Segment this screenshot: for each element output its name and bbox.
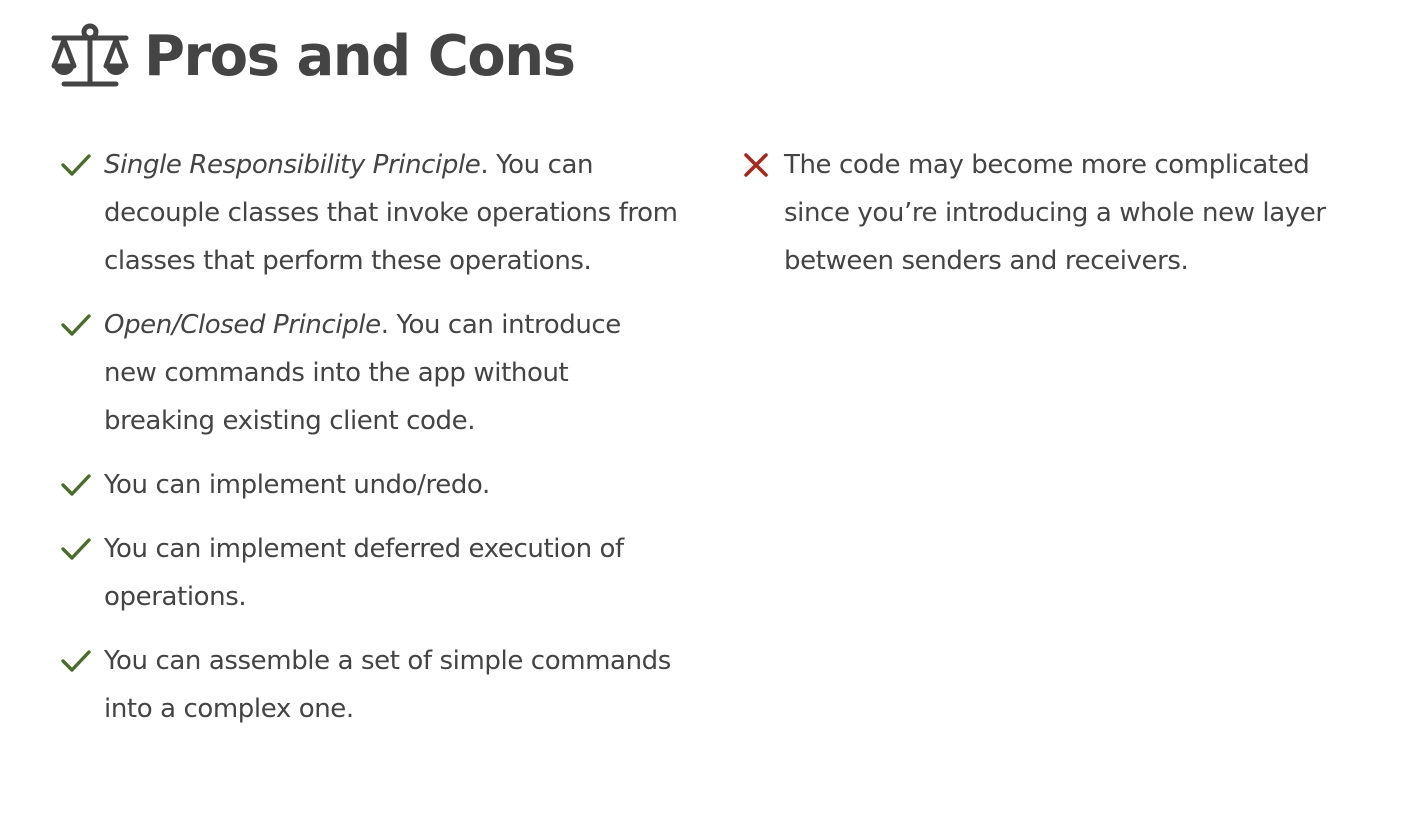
con-text: The code may become more complicated sin… <box>784 150 1326 276</box>
cons-list: The code may become more complicated sin… <box>740 141 1380 301</box>
pro-item: Single Responsibility Principle. You can… <box>60 141 680 285</box>
pro-item: You can implement deferred execution of … <box>60 525 680 621</box>
check-icon <box>61 154 91 176</box>
check-icon <box>61 314 91 336</box>
check-icon <box>61 538 91 560</box>
section-heading: Pros and Cons <box>50 22 576 92</box>
page-title: Pros and Cons <box>144 24 576 89</box>
pro-item: Open/Closed Principle. You can introduce… <box>60 301 680 445</box>
pro-text: You can implement deferred execution of … <box>104 534 624 612</box>
pro-item: You can implement undo/redo. <box>60 461 680 509</box>
cross-icon <box>744 153 768 177</box>
balance-scale-icon <box>51 23 129 87</box>
pro-text: You can implement undo/redo. <box>104 470 490 500</box>
principle-name: Single Responsibility Principle <box>104 150 481 180</box>
pros-list: Single Responsibility Principle. You can… <box>60 141 680 749</box>
check-icon <box>61 650 91 672</box>
check-icon <box>61 474 91 496</box>
principle-name: Open/Closed Principle <box>104 310 381 340</box>
pro-item: You can assemble a set of simple command… <box>60 637 680 733</box>
pro-text: You can assemble a set of simple command… <box>104 646 671 724</box>
con-item: The code may become more complicated sin… <box>740 141 1380 285</box>
